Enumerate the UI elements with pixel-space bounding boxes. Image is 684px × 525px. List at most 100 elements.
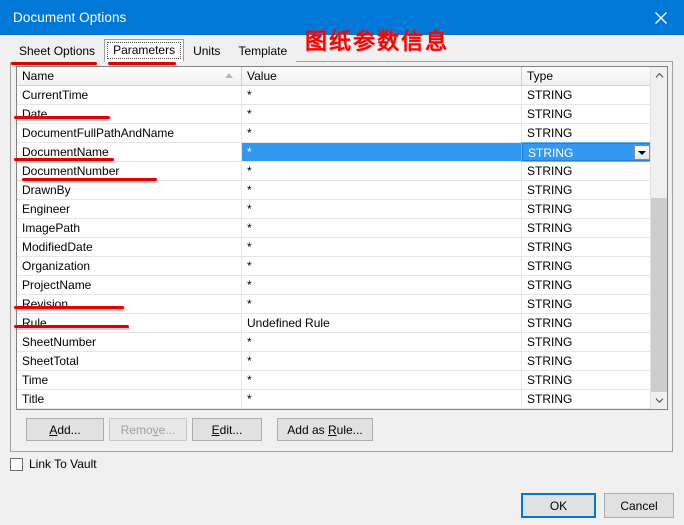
table-row[interactable]: DocumentFullPathAndName*STRING <box>17 124 652 143</box>
cell-parameter-name[interactable]: Date <box>17 105 242 123</box>
cell-parameter-type[interactable]: STRING <box>522 124 652 142</box>
cell-parameter-value[interactable]: Undefined Rule <box>242 314 522 332</box>
cell-parameter-value[interactable]: * <box>242 352 522 370</box>
table-row[interactable]: DrawnBy*STRING <box>17 181 652 200</box>
table-row[interactable]: CurrentTime*STRING <box>17 86 652 105</box>
scrollbar-thumb[interactable] <box>651 198 667 394</box>
add-button[interactable]: Add... <box>26 418 104 441</box>
cell-parameter-name[interactable]: ProjectName <box>17 276 242 294</box>
cell-parameter-type-label: STRING <box>527 392 572 406</box>
cell-parameter-type-label: STRING <box>527 164 572 178</box>
cell-parameter-type[interactable]: STRING <box>522 181 652 199</box>
grid-header-type[interactable]: Type <box>522 67 667 85</box>
cell-parameter-value[interactable]: * <box>242 295 522 313</box>
grid-header-type-label: Type <box>527 69 553 83</box>
parameters-grid[interactable]: Name Value Type CurrentTime*STRINGDate*S… <box>16 66 668 410</box>
dialog-body: Sheet Options Parameters Units Template … <box>0 35 684 525</box>
cell-parameter-type[interactable]: STRING <box>522 162 652 180</box>
cell-parameter-type-label: STRING <box>527 335 572 349</box>
tab-page-parameters: Name Value Type CurrentTime*STRINGDate*S… <box>10 61 673 452</box>
cell-parameter-value[interactable]: * <box>242 333 522 351</box>
cell-parameter-name[interactable]: CurrentTime <box>17 86 242 104</box>
checkbox-box-icon[interactable] <box>10 458 23 471</box>
cell-parameter-name[interactable]: Organization <box>17 257 242 275</box>
cell-parameter-name[interactable]: Revision <box>17 295 242 313</box>
add-as-rule-button[interactable]: Add as Rule... <box>277 418 373 441</box>
cell-parameter-type[interactable]: STRING <box>522 371 652 389</box>
table-row[interactable]: RuleUndefined RuleSTRING <box>17 314 652 333</box>
table-row[interactable]: Date*STRING <box>17 105 652 124</box>
annotation-underline <box>14 158 114 161</box>
cell-parameter-type[interactable]: STRING <box>522 200 652 218</box>
table-row[interactable]: Revision*STRING <box>17 295 652 314</box>
annotation-underline <box>22 178 157 181</box>
tab-units[interactable]: Units <box>184 40 229 62</box>
cell-parameter-value[interactable]: * <box>242 238 522 256</box>
cell-parameter-value[interactable]: * <box>242 181 522 199</box>
cell-parameter-value[interactable]: * <box>242 371 522 389</box>
cancel-button[interactable]: Cancel <box>604 493 674 518</box>
table-row[interactable]: Engineer*STRING <box>17 200 652 219</box>
cell-parameter-type[interactable]: STRING <box>522 86 652 104</box>
cell-parameter-type[interactable]: STRING <box>522 105 652 123</box>
table-row[interactable]: Time*STRING <box>17 371 652 390</box>
cell-parameter-name[interactable]: Engineer <box>17 200 242 218</box>
table-row[interactable]: ImagePath* STRING <box>17 219 652 238</box>
chevron-down-icon[interactable] <box>634 145 650 160</box>
cell-parameter-value[interactable]: * <box>242 200 522 218</box>
cell-parameter-type-label: STRING <box>527 278 572 292</box>
cell-parameter-name[interactable]: Time <box>17 371 242 389</box>
ok-button[interactable]: OK <box>521 493 596 518</box>
cell-parameter-value[interactable]: * <box>242 390 522 408</box>
cell-parameter-type[interactable]: STRING <box>522 314 652 332</box>
cell-parameter-type[interactable]: STRING <box>522 390 652 408</box>
grid-header-value[interactable]: Value <box>242 67 522 85</box>
cell-parameter-type[interactable]: STRING <box>522 219 652 237</box>
cell-parameter-type[interactable]: STRING <box>522 257 652 275</box>
tab-parameters[interactable]: Parameters <box>104 39 184 62</box>
cell-parameter-name[interactable]: ModifiedDate <box>17 238 242 256</box>
sort-ascending-icon <box>225 73 233 78</box>
grid-vertical-scrollbar[interactable] <box>650 67 667 409</box>
cell-parameter-value[interactable]: * <box>242 257 522 275</box>
remove-button-label: Remove... <box>121 423 176 437</box>
table-row[interactable]: Title* STRING <box>17 390 652 409</box>
cell-parameter-type[interactable]: STRING <box>522 143 652 161</box>
scroll-down-icon[interactable] <box>651 392 667 409</box>
cell-parameter-value[interactable]: * <box>242 86 522 104</box>
tab-template[interactable]: Template <box>229 40 296 62</box>
cell-parameter-name[interactable]: Rule <box>17 314 242 332</box>
table-row[interactable]: SheetTotal*STRING <box>17 352 652 371</box>
grid-header-value-label: Value <box>247 69 277 83</box>
cell-parameter-type[interactable]: STRING <box>522 238 652 256</box>
cell-parameter-value[interactable]: * <box>242 143 522 161</box>
cell-parameter-name[interactable]: DrawnBy <box>17 181 242 199</box>
scroll-up-icon[interactable] <box>651 67 667 84</box>
cell-parameter-value[interactable]: * <box>242 124 522 142</box>
cell-parameter-name[interactable]: Title <box>17 390 242 408</box>
cell-parameter-value[interactable]: * <box>242 105 522 123</box>
cell-parameter-type[interactable]: STRING <box>522 352 652 370</box>
annotation-underline <box>14 116 110 119</box>
cell-parameter-type-label: STRING <box>527 221 572 235</box>
cell-parameter-type[interactable]: STRING <box>522 333 652 351</box>
cell-parameter-type[interactable]: STRING <box>522 295 652 313</box>
edit-button[interactable]: Edit... <box>192 418 262 441</box>
cell-parameter-value[interactable]: * <box>242 276 522 294</box>
cell-parameter-name[interactable]: ImagePath <box>17 219 242 237</box>
cell-parameter-value[interactable]: * <box>242 162 522 180</box>
cell-parameter-name[interactable]: SheetNumber <box>17 333 242 351</box>
cell-parameter-name[interactable]: DocumentFullPathAndName <box>17 124 242 142</box>
table-row[interactable]: ProjectName* STRING <box>17 276 652 295</box>
table-row[interactable]: Organization*STRING <box>17 257 652 276</box>
grid-body[interactable]: CurrentTime*STRINGDate*STRINGDocumentFul… <box>17 86 652 409</box>
table-row[interactable]: SheetNumber* STRING <box>17 333 652 352</box>
close-icon[interactable] <box>638 0 684 35</box>
cell-parameter-value[interactable]: * <box>242 219 522 237</box>
tab-sheet-options[interactable]: Sheet Options <box>10 40 104 62</box>
cell-parameter-type[interactable]: STRING <box>522 276 652 294</box>
link-to-vault-checkbox[interactable]: Link To Vault <box>10 457 97 471</box>
grid-header-name[interactable]: Name <box>17 67 242 85</box>
table-row[interactable]: ModifiedDate*STRING <box>17 238 652 257</box>
cell-parameter-name[interactable]: SheetTotal <box>17 352 242 370</box>
